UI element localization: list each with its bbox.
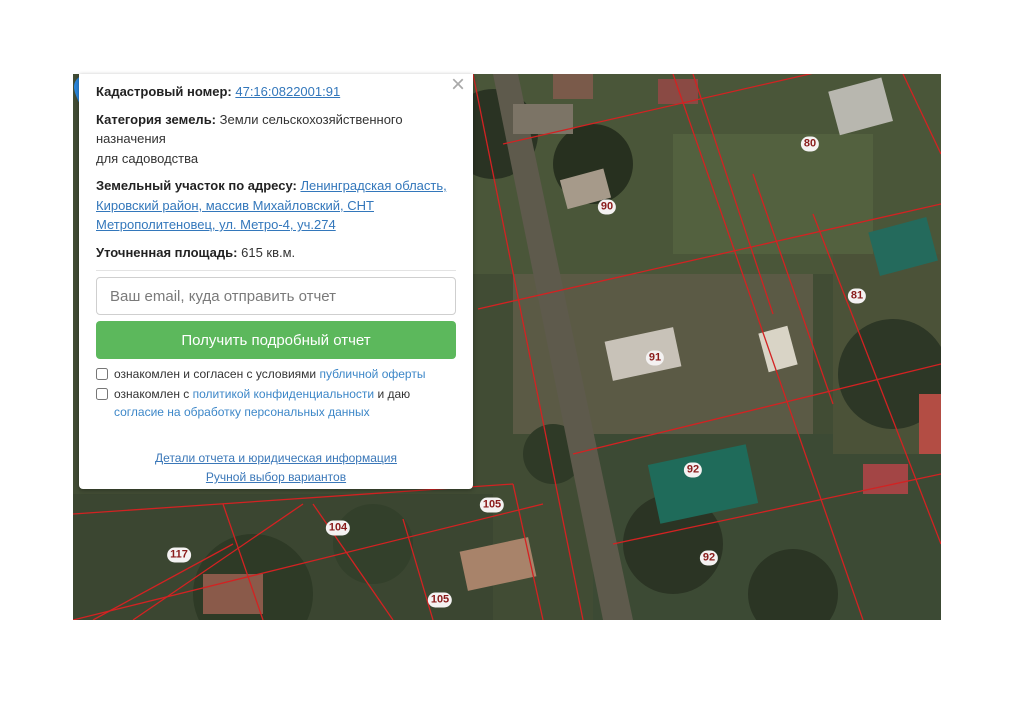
get-report-button[interactable]: Получить подробный отчет xyxy=(96,321,456,359)
address-row: Земельный участок по адресу: Ленинградск… xyxy=(96,176,456,235)
cadastral-number-label: Кадастровый номер: xyxy=(96,84,232,99)
privacy-consent-label-b: и даю xyxy=(377,387,411,401)
land-category-label: Категория земель: xyxy=(96,111,217,127)
public-offer-link[interactable]: публичной оферты xyxy=(319,367,425,381)
divider xyxy=(96,270,456,271)
privacy-consent-checkbox-row[interactable]: ознакомлен с политикой конфиденциальност… xyxy=(96,385,456,421)
address-label: Земельный участок по адресу: xyxy=(96,178,297,193)
privacy-consent-checkbox[interactable] xyxy=(96,388,108,400)
area-label: Уточненная площадь: xyxy=(96,244,238,260)
area-row: Уточненная площадь: 615 кв.м. xyxy=(96,243,456,263)
land-use-value: для садоводства xyxy=(96,150,199,166)
parcel-info-panel: × Кадастровый номер: 47:16:0822001:91 Ка… xyxy=(79,73,473,489)
close-icon[interactable]: × xyxy=(451,73,465,97)
privacy-policy-link[interactable]: политикой конфиденциальности xyxy=(193,387,374,401)
privacy-consent-label-a: ознакомлен с xyxy=(114,387,190,401)
plot-label: 80 xyxy=(800,136,820,152)
cadastral-number-link[interactable]: 47:16:0822001:91 xyxy=(235,84,340,99)
report-details-link[interactable]: Детали отчета и юридическая информация xyxy=(155,451,397,465)
offer-consent-label: ознакомлен и согласен с условиями xyxy=(114,367,317,381)
manual-selection-link[interactable]: Ручной выбор вариантов xyxy=(206,470,346,484)
footer-links: Детали отчета и юридическая информация Р… xyxy=(96,449,456,487)
personal-data-consent-link[interactable]: согласие на обработку персональных данны… xyxy=(114,405,370,419)
email-input[interactable] xyxy=(96,277,456,315)
offer-consent-text: ознакомлен и согласен с условиями публич… xyxy=(114,365,425,383)
plot-label: 92 xyxy=(699,550,719,566)
area-value: 615 кв.м. xyxy=(241,244,296,260)
offer-consent-checkbox[interactable] xyxy=(96,368,108,380)
plot-label: 91 xyxy=(645,350,665,366)
plot-label: 92 xyxy=(683,462,703,478)
cadastral-number-row: Кадастровый номер: 47:16:0822001:91 xyxy=(96,82,456,102)
plot-label: 90 xyxy=(597,199,617,215)
privacy-consent-text: ознакомлен с политикой конфиденциальност… xyxy=(114,385,410,421)
plot-label: 105 xyxy=(479,497,505,513)
plot-label: 104 xyxy=(325,520,351,536)
land-category-row: Категория земель: Земли сельскохозяйстве… xyxy=(96,110,456,169)
offer-consent-checkbox-row[interactable]: ознакомлен и согласен с условиями публич… xyxy=(96,365,456,383)
plot-label: 105 xyxy=(427,592,453,608)
plot-label: 117 xyxy=(167,547,191,563)
plot-label: 81 xyxy=(847,288,867,304)
